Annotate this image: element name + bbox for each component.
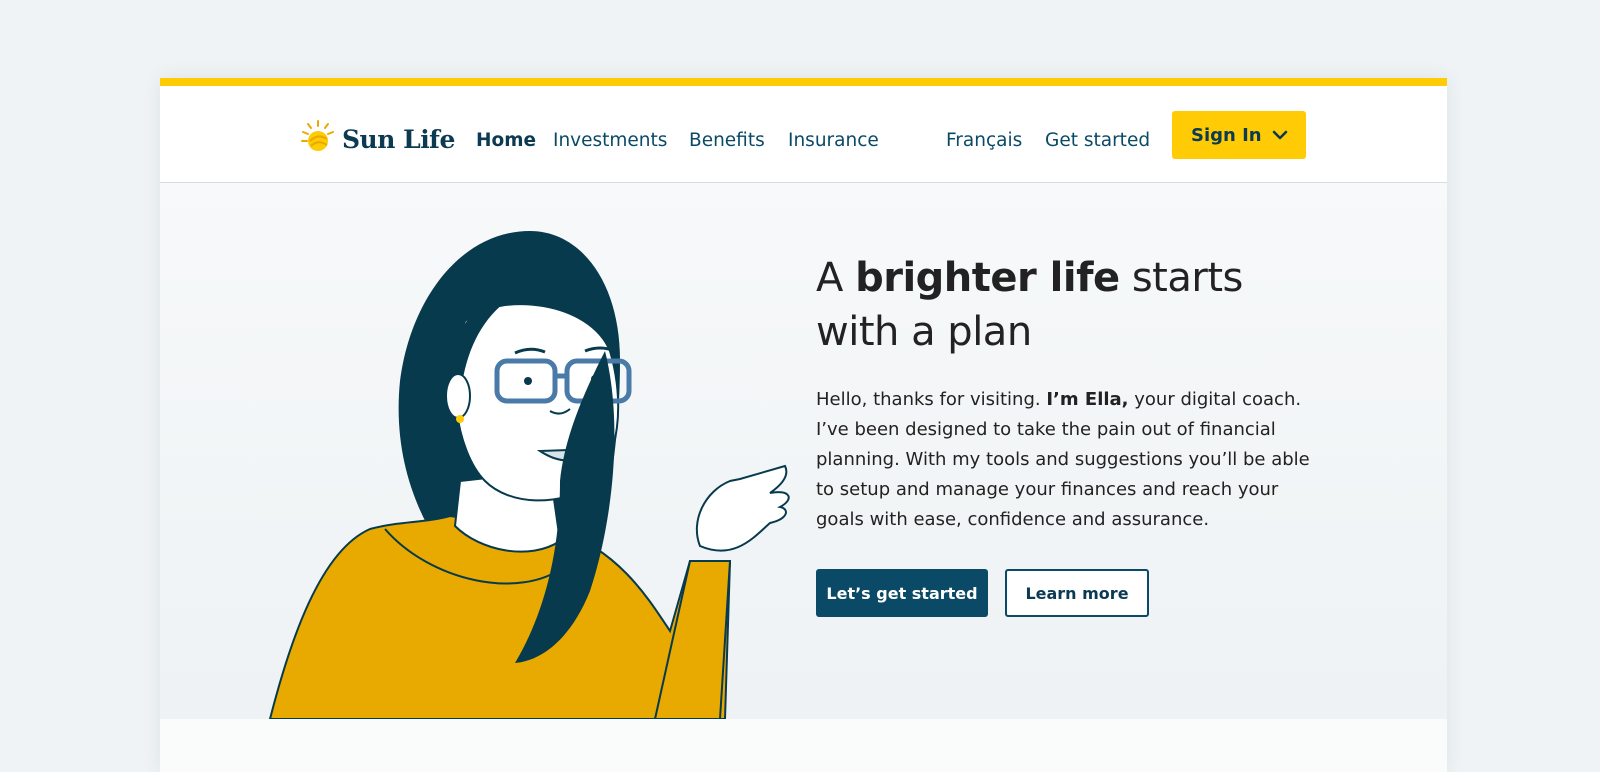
hero-section: A brighter life starts with a plan Hello… <box>160 183 1447 720</box>
logo-link[interactable]: Sun Life <box>300 120 455 158</box>
nav-investments[interactable]: Investments <box>553 130 667 151</box>
logo-wordmark: Sun Life <box>342 124 455 154</box>
learn-more-button[interactable]: Learn more <box>1005 569 1149 617</box>
hero-body-bold: I’m Ella, <box>1046 389 1129 410</box>
nav-benefits[interactable]: Benefits <box>689 130 765 151</box>
sign-in-button[interactable]: Sign In <box>1172 111 1306 159</box>
sign-in-label: Sign In <box>1191 124 1262 146</box>
hero-body-part1: Hello, thanks for visiting. <box>816 389 1047 410</box>
hero-title: A brighter life starts with a plan <box>816 251 1256 359</box>
nav-insurance[interactable]: Insurance <box>788 130 879 151</box>
hero-title-part1: A <box>816 255 856 301</box>
accent-bar <box>160 78 1447 86</box>
sun-icon <box>300 119 336 159</box>
below-fold-section <box>160 719 1447 772</box>
lets-get-started-button[interactable]: Let’s get started <box>816 569 988 617</box>
browser-frame: Sun Life Home Investments Benefits Insur… <box>160 78 1447 772</box>
site-header: Sun Life Home Investments Benefits Insur… <box>160 86 1447 183</box>
hero-description: Hello, thanks for visiting. I’m Ella, yo… <box>816 385 1316 535</box>
language-link[interactable]: Français <box>946 130 1022 151</box>
nav-home[interactable]: Home <box>476 130 536 151</box>
ella-coach-illustration <box>260 231 800 723</box>
hero-body-part2: your digital coach. I’ve been designed t… <box>816 389 1310 530</box>
hero-title-bold: brighter life <box>855 255 1120 301</box>
chevron-down-icon <box>1272 127 1288 148</box>
get-started-link[interactable]: Get started <box>1045 130 1150 151</box>
